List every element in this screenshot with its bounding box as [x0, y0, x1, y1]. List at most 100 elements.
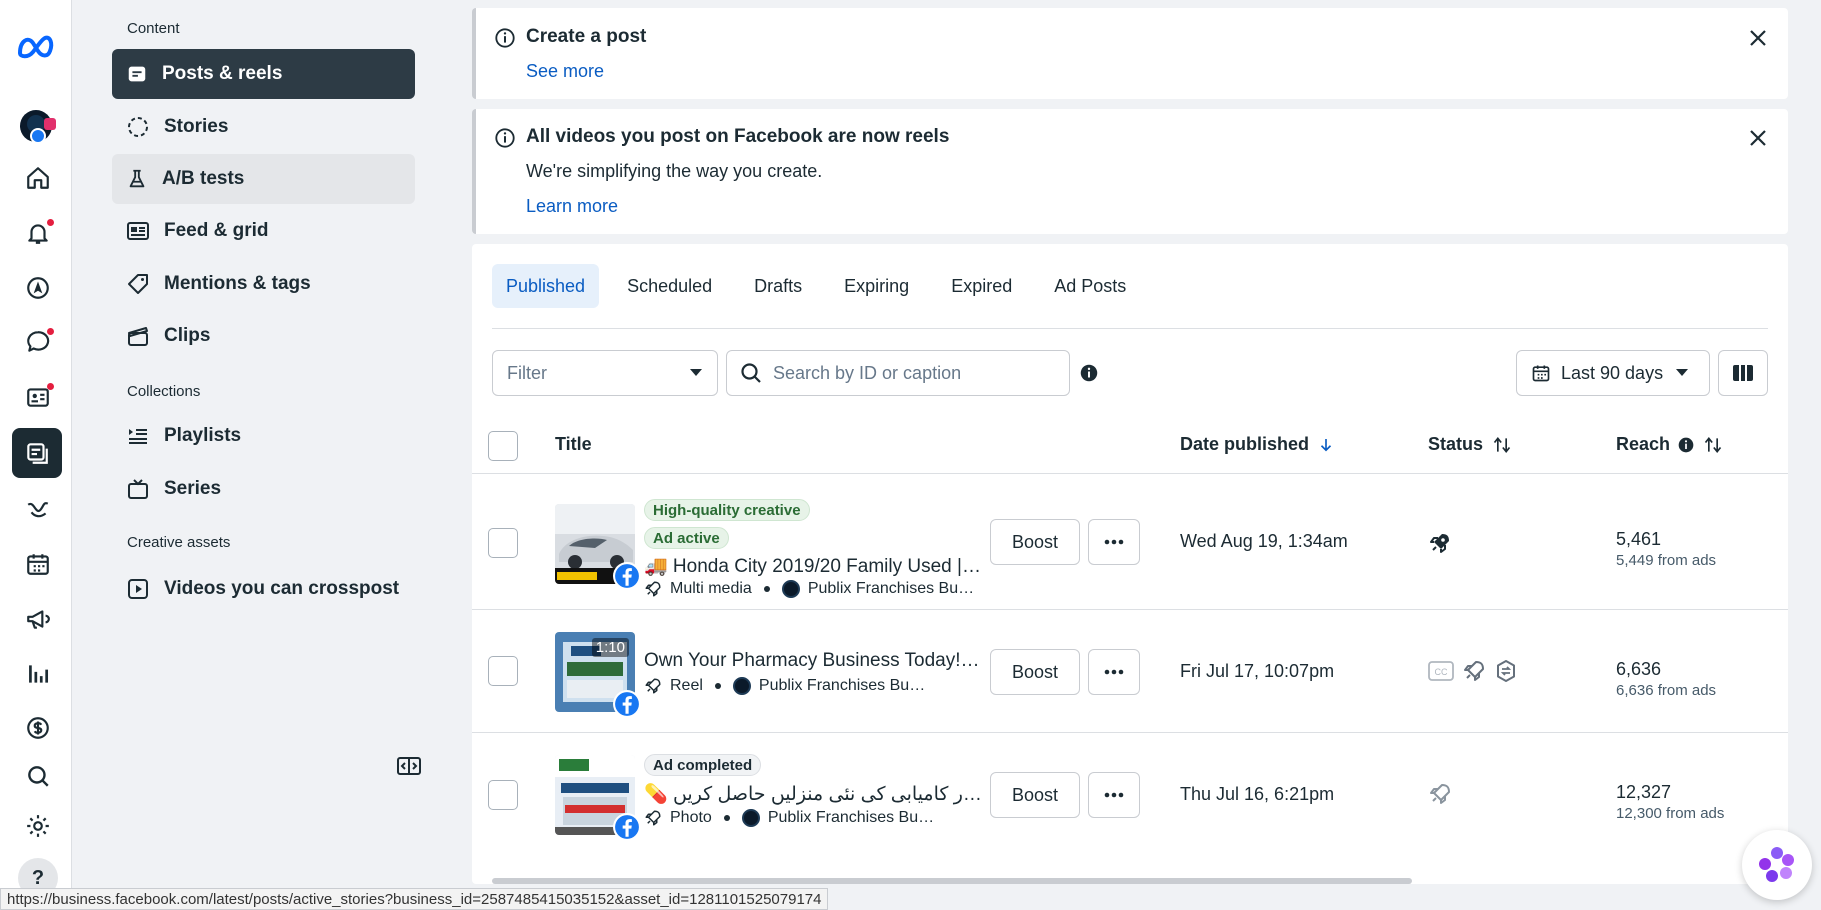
- boost-button[interactable]: Boost: [990, 649, 1080, 695]
- notice-title: All videos you post on Facebook are now …: [526, 126, 950, 147]
- close-icon[interactable]: [1746, 126, 1770, 150]
- table-row[interactable]: Ad completed 💊 اپنی فارمیسی کے ساتھ ترقی…: [472, 734, 1788, 864]
- contact-card-icon[interactable]: [16, 375, 60, 419]
- more-options-button[interactable]: [1088, 519, 1140, 565]
- sort-desc-icon: [1320, 438, 1332, 451]
- sidebar-item-label: Playlists: [164, 425, 242, 446]
- date-published: Wed Aug 19, 1:34am: [1180, 531, 1348, 551]
- sidebar-item-ab-tests[interactable]: A/B tests: [112, 154, 415, 204]
- table-row[interactable]: High-quality creative Ad active 🚚 Honda …: [472, 475, 1788, 610]
- tv-icon: [128, 479, 148, 499]
- rocket-icon[interactable]: [1428, 782, 1452, 806]
- column-date-published[interactable]: Date published: [1180, 434, 1335, 455]
- tabs-divider: [492, 328, 1768, 329]
- rocket-icon[interactable]: [1462, 659, 1486, 683]
- post-thumbnail[interactable]: [555, 755, 641, 841]
- tab-published[interactable]: Published: [492, 264, 600, 308]
- more-options-button[interactable]: [1088, 649, 1140, 695]
- learn-more-link[interactable]: Learn more: [526, 196, 618, 217]
- calendar-icon: [1532, 365, 1550, 382]
- reels-notice: All videos you post on Facebook are now …: [472, 109, 1788, 234]
- collapse-sidebar-icon: [397, 757, 421, 775]
- meta-logo[interactable]: [16, 24, 60, 68]
- sort-icon: [1493, 436, 1511, 453]
- tab-ad-posts[interactable]: Ad Posts: [1040, 264, 1140, 308]
- sidebar-item-series[interactable]: Series: [112, 464, 415, 514]
- icon-rail: ?: [0, 0, 72, 910]
- search-input[interactable]: [773, 362, 1053, 384]
- column-reach[interactable]: Reach: [1616, 434, 1724, 455]
- sidebar-item-stories[interactable]: Stories: [112, 102, 415, 152]
- rocket-icon[interactable]: [1428, 531, 1452, 555]
- boost-button[interactable]: Boost: [990, 772, 1080, 818]
- insights-icon[interactable]: [16, 486, 60, 530]
- post-thumbnail[interactable]: 1:10: [555, 632, 641, 718]
- see-more-link[interactable]: See more: [526, 61, 604, 82]
- messages-icon[interactable]: [16, 320, 60, 364]
- row-checkbox[interactable]: [488, 780, 518, 810]
- info-icon: [495, 128, 515, 148]
- info-icon[interactable]: [1080, 364, 1098, 382]
- sidebar-item-label: Posts & reels: [162, 63, 283, 84]
- post-title[interactable]: 💊 اپنی فارمیسی کے ساتھ ترقی اور کامیابی …: [644, 782, 984, 806]
- column-date-label: Date published: [1180, 434, 1310, 454]
- sidebar-item-playlists[interactable]: Playlists: [112, 411, 415, 461]
- assistant-button[interactable]: [1742, 830, 1812, 900]
- search-box: [726, 350, 1070, 396]
- account-avatar[interactable]: [16, 104, 60, 148]
- post-meta: Multi media Publix Franchises Business: [644, 580, 978, 598]
- filter-dropdown[interactable]: Filter: [492, 350, 718, 396]
- post-thumbnail[interactable]: [555, 504, 641, 590]
- post-icon: [128, 66, 146, 82]
- columns-icon: [1733, 365, 1753, 381]
- home-icon[interactable]: [16, 156, 60, 200]
- sidebar-item-mentions-tags[interactable]: Mentions & tags: [112, 259, 415, 309]
- ads-megaphone-icon[interactable]: [16, 597, 60, 641]
- section-label-creative-assets: Creative assets: [127, 534, 231, 551]
- table-row[interactable]: 1:10 Own Your Pharmacy Business Today! S…: [472, 611, 1788, 733]
- sort-icon: [1704, 436, 1722, 453]
- tab-expired[interactable]: Expired: [937, 264, 1026, 308]
- notifications-icon[interactable]: [16, 211, 60, 255]
- post-title[interactable]: Own Your Pharmacy Business Today! Start …: [644, 650, 984, 672]
- column-status[interactable]: Status: [1428, 434, 1513, 455]
- calendar-icon[interactable]: [16, 542, 60, 586]
- select-all-checkbox[interactable]: [488, 431, 518, 461]
- captions-icon[interactable]: CC: [1428, 660, 1454, 682]
- post-title[interactable]: 🚚 Honda City 2019/20 Family Used | Excel…: [644, 554, 984, 578]
- row-checkbox[interactable]: [488, 656, 518, 686]
- explore-icon[interactable]: [16, 266, 60, 310]
- collapse-sidebar-button[interactable]: [395, 754, 423, 778]
- boost-button[interactable]: Boost: [990, 519, 1080, 565]
- more-options-button[interactable]: [1088, 772, 1140, 818]
- sidebar-item-label: Clips: [164, 325, 211, 346]
- close-icon[interactable]: [1746, 26, 1770, 50]
- sidebar-item-clips[interactable]: Clips: [112, 311, 415, 361]
- analytics-icon[interactable]: [16, 652, 60, 696]
- content-icon[interactable]: [12, 428, 62, 478]
- horizontal-scrollbar[interactable]: [492, 878, 1412, 884]
- post-type: Multi media: [670, 580, 752, 597]
- tab-expiring[interactable]: Expiring: [830, 264, 923, 308]
- page-avatar: [781, 580, 800, 598]
- tab-scheduled[interactable]: Scheduled: [613, 264, 726, 308]
- info-icon[interactable]: [1678, 437, 1694, 453]
- clapperboard-icon: [128, 327, 148, 346]
- date-range-button[interactable]: Last 90 days: [1516, 350, 1710, 396]
- columns-button[interactable]: [1718, 350, 1768, 396]
- search-icon: [741, 363, 761, 383]
- crosspost-icon[interactable]: [1494, 659, 1518, 683]
- monetization-icon[interactable]: [16, 706, 60, 750]
- row-checkbox[interactable]: [488, 528, 518, 558]
- help-icon[interactable]: ?: [16, 858, 60, 898]
- sidebar-item-crosspost-videos[interactable]: Videos you can crosspost: [112, 564, 415, 614]
- settings-gear-icon[interactable]: [16, 804, 60, 848]
- sidebar-item-posts-reels[interactable]: Posts & reels: [112, 49, 415, 99]
- reach-value: 5,461: [1616, 529, 1662, 549]
- reach-value: 6,636: [1616, 659, 1662, 679]
- tab-drafts[interactable]: Drafts: [740, 264, 816, 308]
- search-icon[interactable]: [16, 754, 60, 798]
- sidebar-item-feed-grid[interactable]: Feed & grid: [112, 206, 415, 256]
- reach-from-ads: 12,300 from ads: [1616, 805, 1725, 822]
- sidebar-item-label: Stories: [164, 116, 229, 137]
